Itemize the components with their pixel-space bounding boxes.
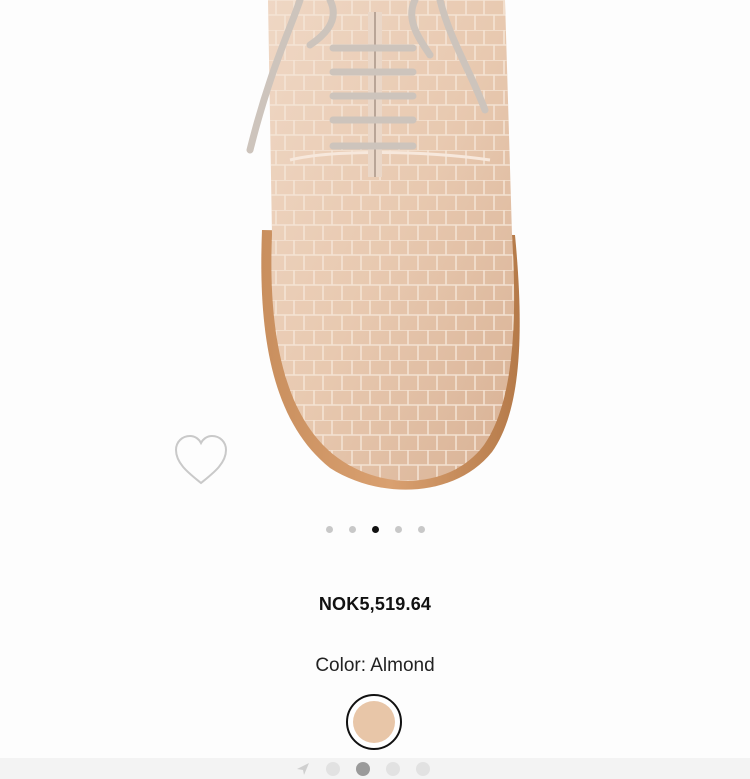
carousel-dot[interactable] [394, 526, 402, 533]
color-label: Color: Almond [0, 655, 750, 677]
product-detail-page: NOK5,519.64 Color: Almond [0, 0, 750, 779]
page-dot[interactable] [416, 762, 430, 776]
heart-outline-icon[interactable] [170, 432, 232, 488]
color-value: Almond [370, 655, 435, 676]
carousel-dot-active[interactable] [371, 526, 379, 533]
swatch-fill [353, 701, 395, 743]
carousel-dot[interactable] [348, 526, 356, 533]
page-indicator-dots [296, 762, 430, 776]
color-swatch-almond[interactable] [346, 694, 402, 750]
location-arrow-icon [297, 763, 309, 775]
carousel-dot[interactable] [417, 526, 425, 533]
product-price: NOK5,519.64 [318, 594, 432, 614]
page-dot[interactable] [326, 762, 340, 776]
carousel-dot[interactable] [325, 526, 333, 533]
image-carousel-dots [0, 526, 750, 533]
page-dot[interactable] [386, 762, 400, 776]
color-label-prefix: Color: [315, 655, 367, 676]
page-dot-active[interactable] [356, 762, 370, 776]
product-image[interactable] [0, 0, 750, 500]
